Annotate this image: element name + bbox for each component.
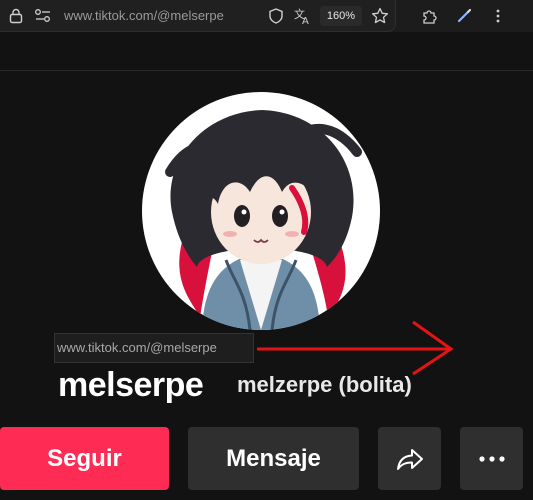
- site-settings-icon[interactable]: [33, 6, 53, 26]
- annotation-arrow-icon: [257, 320, 454, 376]
- browser-toolbar: www.tiktok.com/@melserpe 文A 160%: [0, 0, 533, 32]
- lock-icon[interactable]: [6, 6, 26, 26]
- zoom-level[interactable]: 160%: [320, 6, 362, 26]
- more-vertical-icon[interactable]: [488, 6, 508, 26]
- profile-avatar[interactable]: [142, 92, 380, 330]
- extensions-icon[interactable]: [420, 6, 440, 26]
- more-options-button[interactable]: [460, 427, 523, 490]
- address-bar[interactable]: www.tiktok.com/@melserpe 文A 160%: [0, 0, 396, 32]
- favorite-star-icon[interactable]: [370, 6, 390, 26]
- more-horizontal-icon: [478, 455, 505, 462]
- shield-icon[interactable]: [266, 6, 286, 26]
- link-url-tooltip: www.tiktok.com/@melserpe: [54, 333, 254, 363]
- header-divider: [0, 70, 533, 71]
- svg-text:A: A: [302, 16, 309, 25]
- profile-nickname: melzerpe (bolita): [237, 372, 412, 397]
- url-text[interactable]: www.tiktok.com/@melserpe: [64, 8, 224, 23]
- pen-icon[interactable]: [454, 6, 474, 26]
- message-button[interactable]: Mensaje: [188, 427, 359, 490]
- message-button-label: Mensaje: [226, 444, 321, 472]
- share-button[interactable]: [378, 427, 441, 490]
- profile-username: melserpe: [58, 366, 204, 404]
- share-arrow-icon: [396, 448, 423, 470]
- avatar-illustration: [165, 110, 362, 330]
- translate-icon[interactable]: 文A: [293, 6, 313, 26]
- follow-button[interactable]: Seguir: [0, 427, 169, 490]
- follow-button-label: Seguir: [47, 444, 122, 472]
